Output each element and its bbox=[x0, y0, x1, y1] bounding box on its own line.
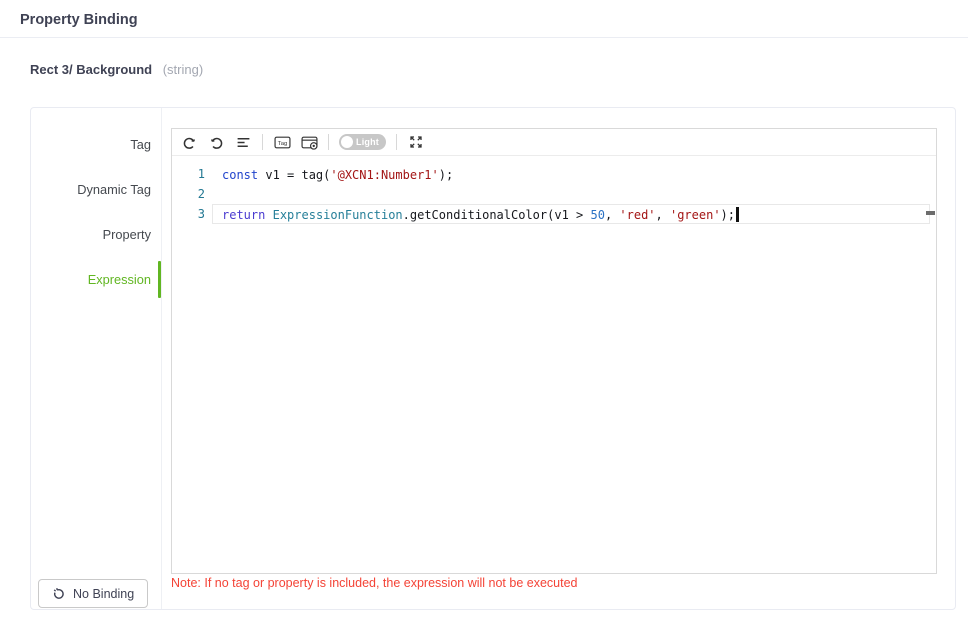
svg-text:Tag: Tag bbox=[277, 141, 286, 147]
editor-toolbar: Tag Light bbox=[172, 129, 936, 156]
property-name: Rect 3/ Background bbox=[30, 62, 152, 77]
code-text[interactable]: return ExpressionFunction.getConditional… bbox=[212, 204, 930, 224]
toggle-knob-icon bbox=[341, 136, 353, 148]
code-area[interactable]: 1 const v1 = tag('@XCN1:Number1'); 23 retur… bbox=[172, 156, 936, 575]
code-text[interactable]: const v1 = tag('@XCN1:Number1'); bbox=[212, 164, 930, 184]
tab-property[interactable]: Property bbox=[31, 212, 161, 257]
insert-tag-icon[interactable]: Tag bbox=[273, 133, 291, 151]
no-binding-label: No Binding bbox=[73, 587, 134, 601]
toolbar-separator bbox=[396, 134, 397, 150]
code-line[interactable]: 1 const v1 = tag('@XCN1:Number1'); bbox=[172, 164, 936, 184]
format-lines-icon[interactable] bbox=[234, 133, 252, 151]
toolbar-separator bbox=[328, 134, 329, 150]
property-subheader: Rect 3/ Background (string) bbox=[30, 62, 968, 77]
tab-label: Dynamic Tag bbox=[77, 182, 151, 197]
tab-label: Tag bbox=[130, 137, 151, 152]
code-line[interactable]: 3 return ExpressionFunction.getConditiona… bbox=[172, 204, 936, 224]
insert-tag-options-icon[interactable] bbox=[300, 133, 318, 151]
line-number: 3 bbox=[172, 204, 205, 224]
undo-icon[interactable] bbox=[180, 133, 198, 151]
toolbar-separator bbox=[262, 134, 263, 150]
overview-ruler-cursor-mark bbox=[926, 211, 935, 215]
expression-note: Note: If no tag or property is included,… bbox=[171, 576, 577, 590]
toggle-label: Light bbox=[356, 137, 379, 147]
code-lines: 1 const v1 = tag('@XCN1:Number1'); 23 retur… bbox=[172, 164, 936, 224]
tab-expression[interactable]: Expression bbox=[31, 257, 161, 302]
text-cursor bbox=[736, 207, 739, 222]
tab-tag[interactable]: Tag bbox=[31, 122, 161, 167]
active-tab-indicator bbox=[158, 261, 161, 298]
theme-toggle[interactable]: Light bbox=[339, 134, 386, 150]
code-line[interactable]: 2 bbox=[172, 184, 936, 204]
unlink-icon bbox=[52, 587, 66, 601]
tab-label: Property bbox=[103, 227, 151, 242]
no-binding-button[interactable]: No Binding bbox=[38, 579, 148, 608]
expand-icon[interactable] bbox=[407, 133, 425, 151]
property-type: (string) bbox=[163, 62, 203, 77]
expression-code-editor: Tag Light bbox=[171, 128, 937, 574]
line-number: 2 bbox=[172, 184, 205, 204]
line-number: 1 bbox=[172, 164, 205, 184]
header-divider bbox=[0, 37, 968, 38]
tab-dynamic-tag[interactable]: Dynamic Tag bbox=[31, 167, 161, 212]
nav-divider bbox=[161, 108, 162, 609]
page-title: Property Binding bbox=[0, 0, 968, 37]
binding-panel: Tag Dynamic Tag Property Expression bbox=[30, 107, 956, 610]
tab-label: Expression bbox=[88, 272, 151, 287]
redo-icon[interactable] bbox=[207, 133, 225, 151]
binding-tabs: Tag Dynamic Tag Property Expression bbox=[31, 122, 161, 302]
code-text[interactable] bbox=[212, 184, 930, 204]
